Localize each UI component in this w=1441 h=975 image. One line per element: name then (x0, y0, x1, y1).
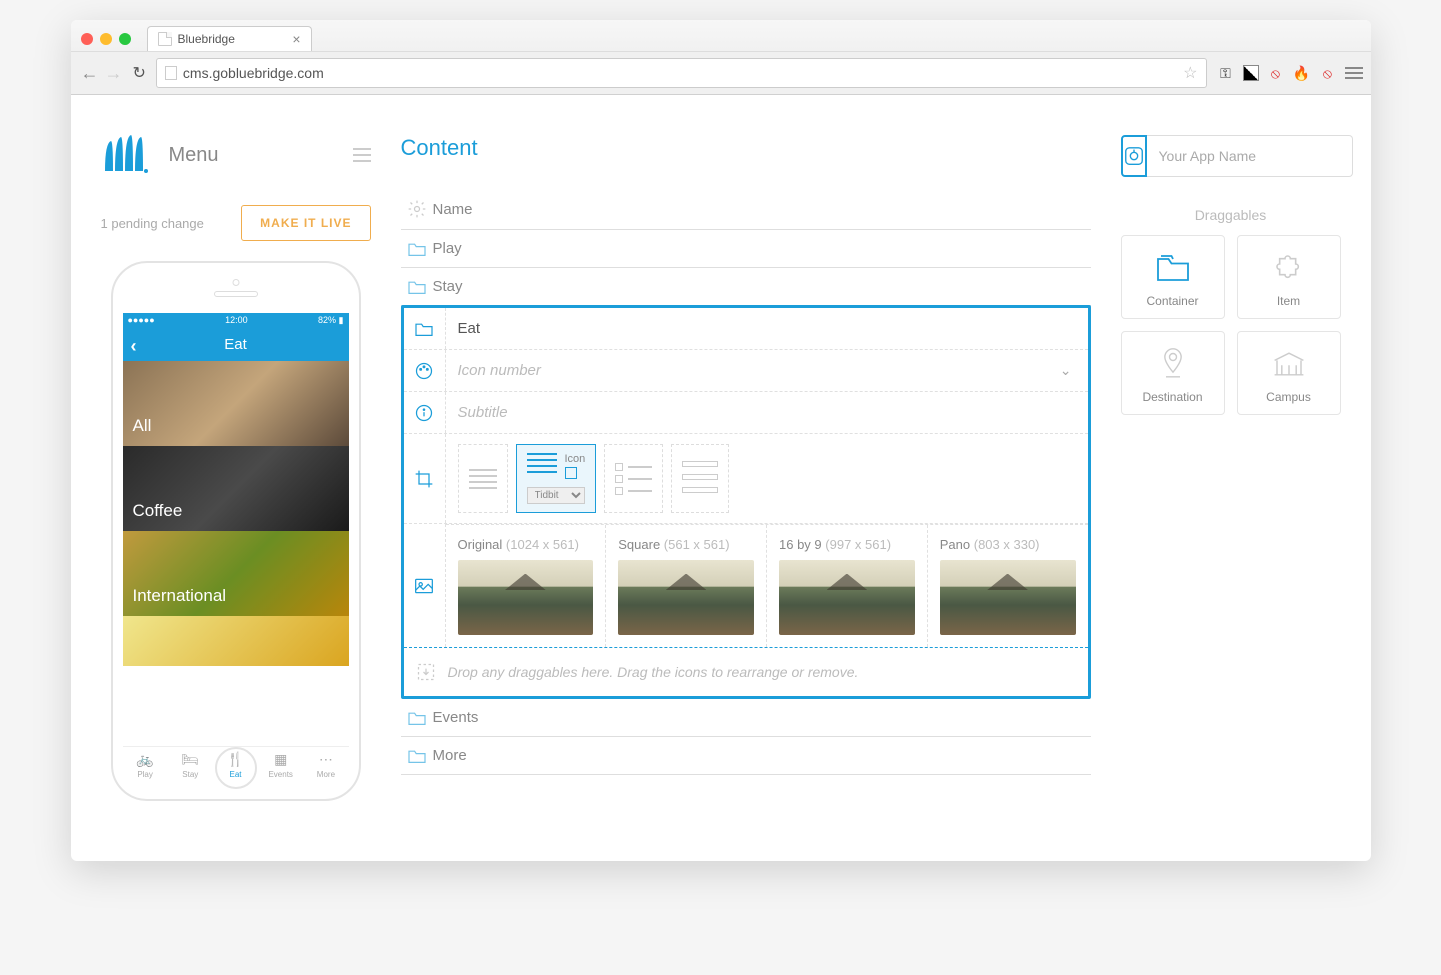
dropzone[interactable]: Drop any draggables here. Drag the icons… (404, 647, 1088, 696)
browser-chrome: Bluebridge × ← → ↻ cms.gobluebridge.com … (71, 20, 1371, 95)
ext-flame-icon[interactable]: 🔥 (1293, 64, 1311, 82)
image-thumbnail (618, 560, 754, 635)
minimize-window-icon[interactable] (100, 33, 112, 45)
phone-list-item[interactable]: International (123, 531, 349, 616)
ext-delicious-icon[interactable] (1243, 65, 1259, 81)
menu-label: Menu (169, 144, 333, 167)
image-icon (404, 524, 446, 647)
phone-home-button[interactable] (215, 747, 257, 789)
page-favicon (165, 66, 177, 80)
phone-list-item[interactable] (123, 616, 349, 666)
draggable-item[interactable]: Item (1237, 235, 1341, 319)
phone-back-icon[interactable]: ‹ (131, 336, 137, 357)
subtitle-input[interactable] (458, 404, 1076, 421)
phone-tab-events[interactable]: ▦Events (258, 751, 303, 779)
folder-icon (401, 748, 433, 764)
palette-icon (404, 350, 446, 391)
image-slot-pano[interactable]: Pano (803 x 330) (928, 525, 1088, 647)
crop-icon (404, 434, 446, 523)
extension-icons: ⚿ ⦸ 🔥 ⦸ (1217, 64, 1361, 82)
content-row-events[interactable]: Events (401, 699, 1091, 737)
chevron-down-icon[interactable]: ⌄ (1044, 362, 1088, 379)
sidebar-left: Menu 1 pending change MAKE IT LIVE ●●●●●… (101, 135, 371, 801)
layout-option-checklist[interactable] (604, 444, 663, 513)
drop-target-icon (416, 662, 436, 682)
image-thumbnail (458, 560, 594, 635)
ext-noscript-icon[interactable]: ⦸ (1267, 64, 1285, 82)
image-slot-16by9[interactable]: 16 by 9 (997 x 561) (767, 525, 928, 647)
url-text: cms.gobluebridge.com (183, 65, 324, 81)
pin-icon (1130, 346, 1216, 382)
content-editor: ⌄ (401, 305, 1091, 699)
sidebar-right: Draggables Container Item (1121, 135, 1341, 801)
draggable-container[interactable]: Container (1121, 235, 1225, 319)
maximize-window-icon[interactable] (119, 33, 131, 45)
content-row-play[interactable]: Play (401, 230, 1091, 268)
draggable-campus[interactable]: Campus (1237, 331, 1341, 415)
phone-preview: ●●●●● 12:00 82% ▮ ‹ Eat All Coffee Inter… (111, 261, 361, 801)
name-input[interactable] (458, 320, 1076, 337)
address-bar[interactable]: cms.gobluebridge.com ☆ (156, 58, 1207, 88)
bookmark-icon[interactable]: ☆ (1183, 63, 1197, 83)
info-icon (404, 392, 446, 433)
reload-icon[interactable]: ↻ (133, 63, 146, 83)
phone-list-item[interactable]: Coffee (123, 446, 349, 531)
page-icon (158, 32, 172, 46)
image-thumbnail (940, 560, 1076, 635)
ext-key-icon[interactable]: ⚿ (1217, 64, 1235, 82)
section-title: Content (401, 135, 1091, 161)
menu-toggle-icon[interactable] (353, 148, 371, 162)
content-row-stay[interactable]: Stay (401, 268, 1091, 306)
phone-status-bar: ●●●●● 12:00 82% ▮ (123, 313, 349, 328)
pending-changes-text: 1 pending change (101, 216, 204, 231)
puzzle-icon (1246, 250, 1332, 286)
window-controls[interactable] (81, 33, 131, 45)
content-row-more[interactable]: More (401, 737, 1091, 775)
phone-tab-more[interactable]: ⋯More (303, 751, 348, 779)
tab-title: Bluebridge (178, 32, 235, 46)
content-row-name[interactable]: Name (401, 189, 1091, 230)
phone-tab-play[interactable]: 🚲Play (123, 751, 168, 779)
folder-icon (1130, 250, 1216, 286)
close-window-icon[interactable] (81, 33, 93, 45)
phone-tab-stay[interactable]: 🛏Stay (168, 751, 213, 779)
layout-option-cards[interactable] (671, 444, 729, 513)
browser-tab[interactable]: Bluebridge × (147, 26, 312, 51)
browser-window: Bluebridge × ← → ↻ cms.gobluebridge.com … (71, 20, 1371, 861)
layout-option-list[interactable] (458, 444, 508, 513)
nav-forward-icon: → (105, 63, 123, 84)
folder-icon (401, 279, 433, 295)
phone-list-item[interactable]: All (123, 361, 349, 446)
folder-icon (404, 308, 446, 349)
image-slot-original[interactable]: Original (1024 x 561) (446, 525, 607, 647)
draggables-title: Draggables (1121, 207, 1341, 223)
folder-icon (401, 710, 433, 726)
icon-number-input[interactable] (458, 362, 1032, 379)
building-icon (1246, 346, 1332, 382)
app-icon (1121, 135, 1147, 177)
folder-icon (401, 241, 433, 257)
image-slot-square[interactable]: Square (561 x 561) (606, 525, 767, 647)
tidbit-select[interactable]: Tidbit (527, 487, 586, 504)
layout-option-icon-list[interactable]: Icon Tidbit (516, 444, 597, 513)
app-name-input[interactable] (1147, 135, 1353, 177)
tab-close-icon[interactable]: × (292, 31, 300, 47)
logo[interactable] (101, 135, 149, 175)
gear-icon (401, 199, 433, 219)
browser-menu-icon[interactable] (1345, 67, 1361, 79)
ext-block-icon[interactable]: ⦸ (1319, 64, 1337, 82)
content-main: Content Name Play Stay (401, 135, 1091, 801)
make-it-live-button[interactable]: MAKE IT LIVE (241, 205, 370, 241)
nav-back-icon[interactable]: ← (81, 63, 99, 84)
phone-header: ‹ Eat (123, 328, 349, 361)
image-thumbnail (779, 560, 915, 635)
draggable-destination[interactable]: Destination (1121, 331, 1225, 415)
